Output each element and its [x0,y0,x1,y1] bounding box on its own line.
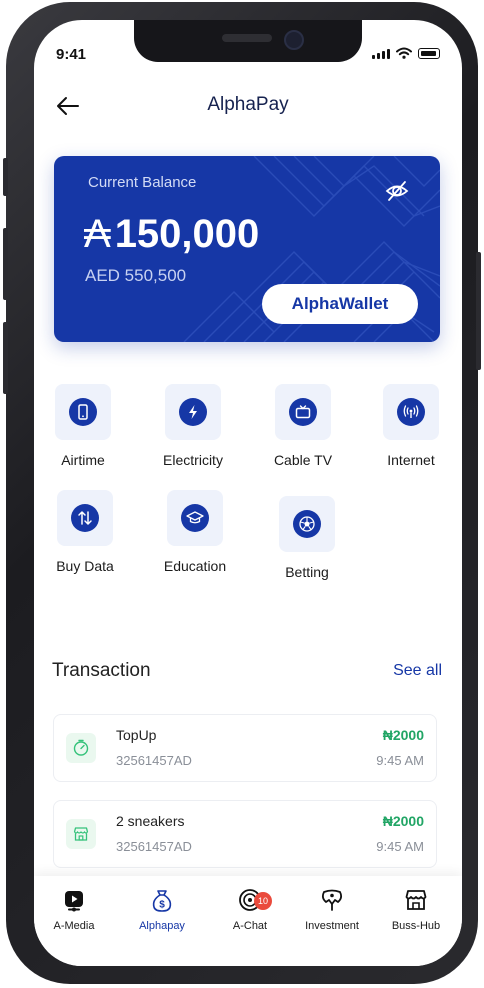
phone-frame: 9:41 AlphaPay Current Balance ₳ 150,000 … [3,2,481,984]
transaction-time: 9:45 AM [376,839,424,854]
tab-label: Investment [305,920,359,932]
tv-icon [295,405,311,419]
transaction-amount: ₦2000 [382,813,424,829]
tab-label: A-Chat [232,920,268,932]
tab-a-media[interactable]: A-Media [34,886,114,932]
investment-icon [321,889,343,911]
tab-icon-wrap [34,886,114,914]
transaction-row[interactable]: TopUp 32561457AD ₦2000 9:45 AM [53,714,437,782]
service-label: Cable TV [273,452,333,468]
transaction-amount: ₦2000 [382,727,424,743]
tab-investment[interactable]: Investment [292,886,372,932]
service-internet[interactable]: Internet [366,384,456,468]
service-electricity[interactable]: Electricity [148,384,238,468]
eye-off-icon [385,181,409,201]
tab-label: Buss-Hub [391,920,441,932]
antenna-icon [403,405,419,418]
tab-buss-hub[interactable]: Buss-Hub [376,886,456,932]
service-tile [275,384,331,440]
balance-label: Current Balance [88,174,197,191]
transaction-icon-box [66,819,96,849]
transaction-ref: 32561457AD [116,753,192,768]
tab-label: Alphapay [139,920,185,932]
tab-icon-wrap [376,886,456,914]
signal-icon [372,49,390,59]
store-icon [405,890,427,910]
app-screen: 9:41 AlphaPay Current Balance ₳ 150,000 … [34,20,462,966]
service-airtime[interactable]: Airtime [38,384,128,468]
tab-label: A-Media [53,920,95,932]
currency-symbol: ₳ [84,212,111,256]
service-tile [167,490,223,546]
balance-value: 150,000 [114,212,260,256]
soccer-ball-icon [299,516,315,532]
wifi-icon [396,47,412,59]
money-bag-icon: $ [152,890,172,912]
transaction-row[interactable]: 2 sneakers 32561457AD ₦2000 9:45 AM [53,800,437,868]
svg-text:$: $ [159,900,165,911]
balance-amount: ₳ 150,000 [84,212,259,257]
service-label: Electricity [163,452,223,468]
transaction-time: 9:45 AM [376,753,424,768]
speaker [222,34,272,42]
power-button [476,252,481,370]
bottom-tab-bar: A-Media $ Alphapay 10 A-Chat Investment … [34,876,462,966]
up-down-arrows-icon [78,511,92,525]
service-buy-data[interactable]: Buy Data [40,490,130,574]
service-label: Airtime [61,452,105,468]
service-tile [279,496,335,552]
service-label: Betting [285,564,329,580]
tab-icon-wrap: $ [122,886,202,914]
secondary-balance: AED 550,500 [85,266,187,285]
volume-down-button [3,322,8,394]
service-label: Internet [387,452,435,468]
balance-card: Current Balance ₳ 150,000 AED 550,500 Al… [54,156,440,342]
media-play-icon [65,891,83,912]
tab-alphapay[interactable]: $ Alphapay [122,886,202,932]
alphawallet-button[interactable]: AlphaWallet [262,284,418,324]
service-tile [165,384,221,440]
service-tile [383,384,439,440]
service-betting[interactable]: Betting [262,496,352,580]
service-tile [55,384,111,440]
bolt-icon [189,405,197,419]
graduation-cap-icon [186,511,204,524]
shop-icon [73,827,89,841]
hide-balance-toggle[interactable] [384,178,410,204]
timer-icon [73,739,89,756]
chat-badge: 10 [254,892,272,910]
transaction-name: 2 sneakers [116,813,185,829]
status-icons [372,47,440,59]
service-label: Buy Data [56,558,114,574]
tab-icon-wrap: 10 [210,886,290,914]
notch [134,20,362,62]
phone-icon [78,404,88,420]
volume-up-button [3,228,8,300]
front-camera [284,30,304,50]
page-title: AlphaPay [207,94,289,115]
tab-a-chat[interactable]: 10 A-Chat [210,886,290,932]
transaction-name: TopUp [116,727,157,743]
transactions-title: Transaction [52,660,151,681]
transaction-icon-box [66,733,96,763]
battery-icon [418,48,440,59]
mute-switch [3,158,8,196]
transaction-ref: 32561457AD [116,839,192,854]
see-all-link[interactable]: See all [393,662,442,680]
tab-icon-wrap [292,886,372,914]
service-cable-tv[interactable]: Cable TV [258,384,348,468]
service-tile [57,490,113,546]
service-education[interactable]: Education [150,490,240,574]
service-label: Education [163,558,227,574]
status-time: 9:41 [56,46,87,63]
